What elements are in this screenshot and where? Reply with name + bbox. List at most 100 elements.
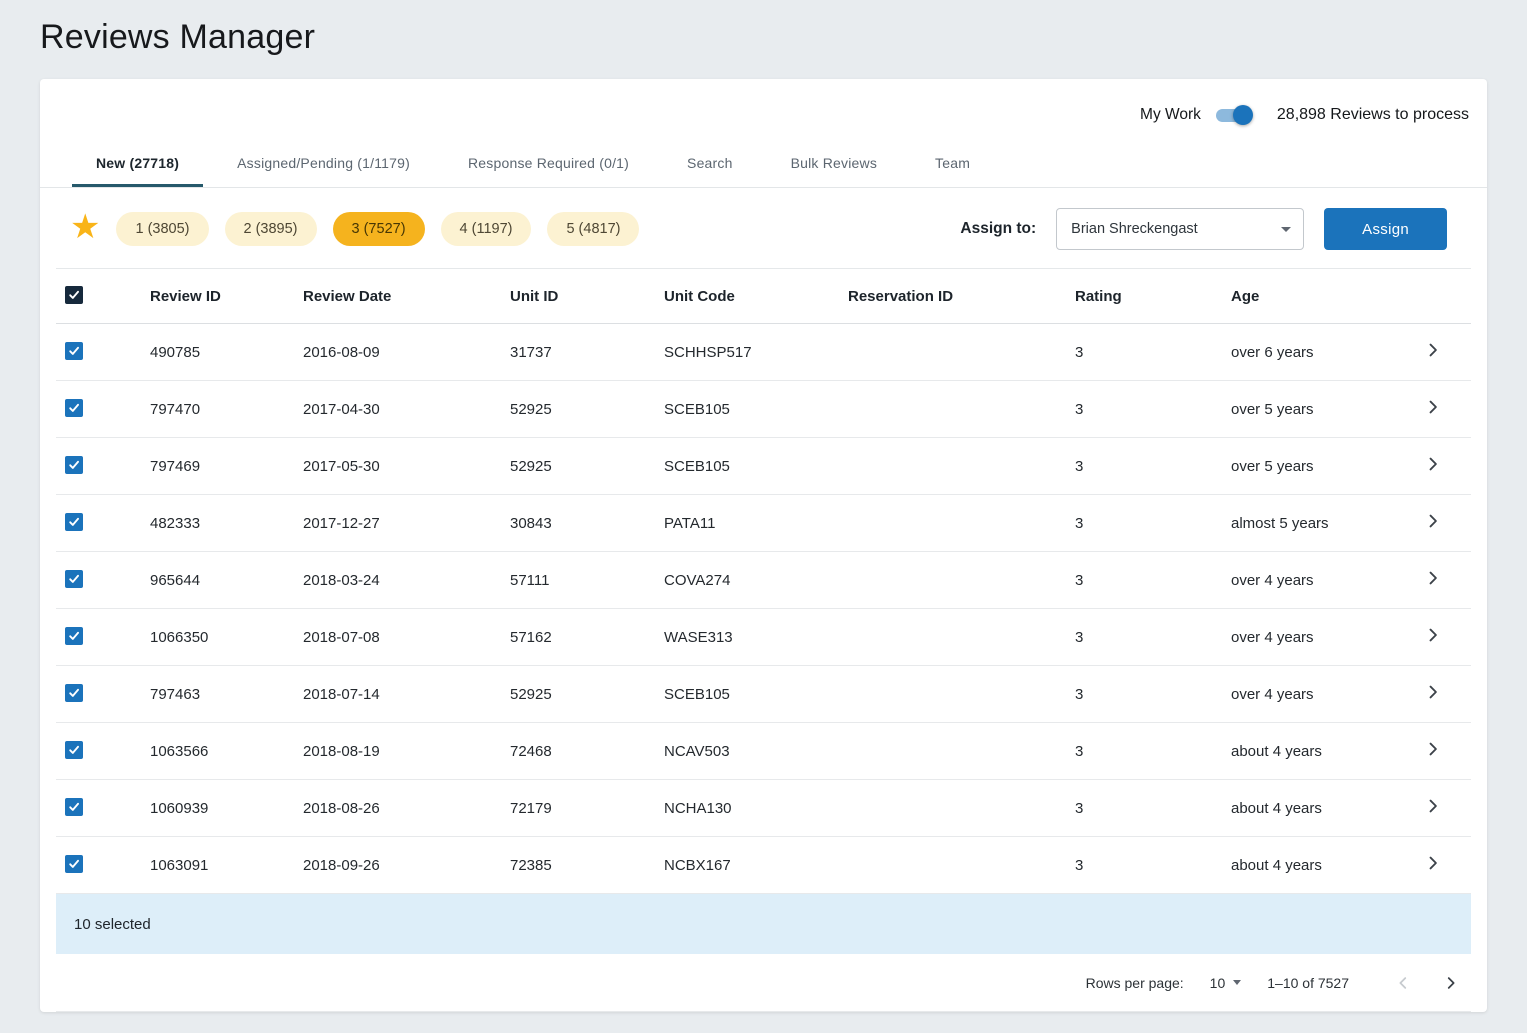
row-checkbox[interactable]	[65, 741, 83, 759]
assignee-select[interactable]: Brian Shreckengast	[1056, 208, 1305, 250]
row-checkbox[interactable]	[65, 399, 83, 417]
row-open-button[interactable]	[1423, 739, 1445, 761]
cell-unit-id: 57111	[510, 571, 550, 589]
cell-review-date: 2017-04-30	[303, 400, 380, 418]
cell-review-id: 490785	[150, 343, 201, 361]
tab-bulk-reviews[interactable]: Bulk Reviews	[767, 139, 901, 187]
check-icon	[69, 631, 80, 640]
row-open-button[interactable]	[1423, 682, 1445, 704]
tabs: New (27718) Assigned/Pending (1/1179) Resp…	[40, 139, 1487, 188]
row-checkbox[interactable]	[65, 684, 83, 702]
rating-filter-group: ★ 1 (3805) 2 (3895) 3 (7527) 4 (1197) 5 (481…	[70, 208, 640, 246]
tab-search[interactable]: Search	[663, 139, 757, 187]
check-icon	[69, 688, 80, 697]
cell-unit-id: 72468	[510, 742, 552, 760]
star-icon: ★	[70, 208, 101, 246]
my-work-toggle[interactable]	[1209, 103, 1257, 127]
row-open-button[interactable]	[1423, 796, 1445, 818]
row-open-button[interactable]	[1423, 511, 1445, 533]
next-page-button[interactable]	[1437, 969, 1465, 997]
assign-button[interactable]: Assign	[1324, 208, 1447, 250]
row-checkbox[interactable]	[65, 627, 83, 645]
rows-per-page-caret-icon	[1233, 980, 1242, 985]
cell-age: about 4 years	[1231, 856, 1322, 874]
rating-chips: 1 (3805) 2 (3895) 3 (7527) 4 (1197) 5 (4817)	[116, 212, 640, 246]
row-checkbox[interactable]	[65, 855, 83, 873]
tab-response-required[interactable]: Response Required (0/1)	[444, 139, 653, 187]
cell-unit-code: COVA274	[664, 571, 731, 589]
cell-age: over 4 years	[1231, 571, 1314, 589]
row-open-button[interactable]	[1423, 625, 1445, 647]
pagination-controls	[1389, 969, 1465, 997]
chevron-right-icon	[1429, 685, 1437, 699]
reviews-card: My Work 28,898 Reviews to process New (2…	[40, 79, 1487, 1012]
rating-chip-1[interactable]: 1 (3805)	[116, 212, 209, 246]
previous-page-button	[1389, 969, 1417, 997]
cell-unit-code: SCEB105	[664, 457, 730, 475]
table-row: 797470 2017-04-30 52925 SCEB105 3 over 5 year…	[56, 381, 1471, 438]
cell-age: almost 5 years	[1231, 514, 1329, 532]
cell-age: over 4 years	[1231, 685, 1314, 703]
cell-reservation-id	[848, 381, 1075, 438]
cell-review-id: 797470	[150, 400, 201, 418]
cell-review-id: 482333	[150, 514, 201, 532]
check-icon	[69, 574, 80, 583]
row-open-button[interactable]	[1423, 454, 1445, 476]
rows-per-page-select[interactable]: 10	[1210, 975, 1242, 991]
cell-review-id: 1066350	[150, 628, 209, 646]
assignee-selected-value: Brian Shreckengast	[1071, 221, 1198, 237]
cell-unit-code: SCHHSP517	[664, 343, 752, 361]
row-checkbox[interactable]	[65, 456, 83, 474]
selection-summary: 10 selected	[74, 915, 151, 933]
cell-review-id: 965644	[150, 571, 201, 589]
row-open-button[interactable]	[1423, 397, 1445, 419]
cell-review-id: 1063091	[150, 856, 209, 874]
cell-review-date: 2018-08-26	[303, 799, 380, 817]
rating-chip-4[interactable]: 4 (1197)	[440, 212, 532, 246]
cell-reservation-id	[848, 780, 1075, 837]
col-review-id: Review ID	[150, 287, 221, 305]
cell-unit-id: 30843	[510, 514, 552, 532]
table-row: 1060939 2018-08-26 72179 NCHA130 3 about 4 ye…	[56, 780, 1471, 837]
rating-chip-5[interactable]: 5 (4817)	[547, 212, 640, 246]
row-checkbox[interactable]	[65, 513, 83, 531]
pagination-range: 1–10 of 7527	[1267, 974, 1349, 991]
cell-rating: 3	[1075, 685, 1084, 703]
row-open-button[interactable]	[1423, 340, 1445, 362]
cell-rating: 3	[1075, 514, 1084, 532]
cell-rating: 3	[1075, 799, 1084, 817]
row-open-button[interactable]	[1423, 568, 1445, 590]
select-all-checkbox[interactable]	[65, 286, 83, 304]
cell-unit-code: SCEB105	[664, 400, 730, 418]
cell-age: over 5 years	[1231, 400, 1314, 418]
chevron-right-icon	[1429, 400, 1437, 414]
rows-per-page-label: Rows per page:	[1085, 974, 1184, 991]
cell-age: over 6 years	[1231, 343, 1314, 361]
rating-chip-2[interactable]: 2 (3895)	[224, 212, 317, 246]
rating-chip-3[interactable]: 3 (7527)	[332, 212, 425, 246]
check-icon	[69, 403, 80, 412]
table-header-row: Review ID Review Date Unit ID Unit Code …	[56, 268, 1471, 324]
chevron-right-icon	[1429, 856, 1437, 870]
row-checkbox[interactable]	[65, 342, 83, 360]
table-body: 490785 2016-08-09 31737 SCHHSP517 3 over 6 ye…	[56, 324, 1471, 894]
col-unit-id: Unit ID	[510, 287, 559, 305]
cell-review-date: 2017-12-27	[303, 514, 380, 532]
topbar: My Work 28,898 Reviews to process	[40, 79, 1487, 135]
cell-reservation-id	[848, 552, 1075, 609]
tab-team[interactable]: Team	[911, 139, 994, 187]
tab-assigned-pending[interactable]: Assigned/Pending (1/1179)	[213, 139, 434, 187]
row-checkbox[interactable]	[65, 570, 83, 588]
page-title: Reviews Manager	[40, 18, 316, 56]
reviews-table-wrap: Review ID Review Date Unit ID Unit Code …	[40, 268, 1487, 1012]
chevron-right-icon	[1429, 571, 1437, 585]
table-row: 490785 2016-08-09 31737 SCHHSP517 3 over 6 ye…	[56, 324, 1471, 381]
row-open-button[interactable]	[1423, 853, 1445, 875]
select-caret-icon	[1281, 226, 1292, 232]
check-icon	[69, 346, 80, 355]
toggle-thumb	[1232, 105, 1253, 125]
cell-review-id: 797463	[150, 685, 201, 703]
row-checkbox[interactable]	[65, 798, 83, 816]
tab-new[interactable]: New (27718)	[72, 139, 204, 187]
table-row: 482333 2017-12-27 30843 PATA11 3 almost 5 yea…	[56, 495, 1471, 552]
